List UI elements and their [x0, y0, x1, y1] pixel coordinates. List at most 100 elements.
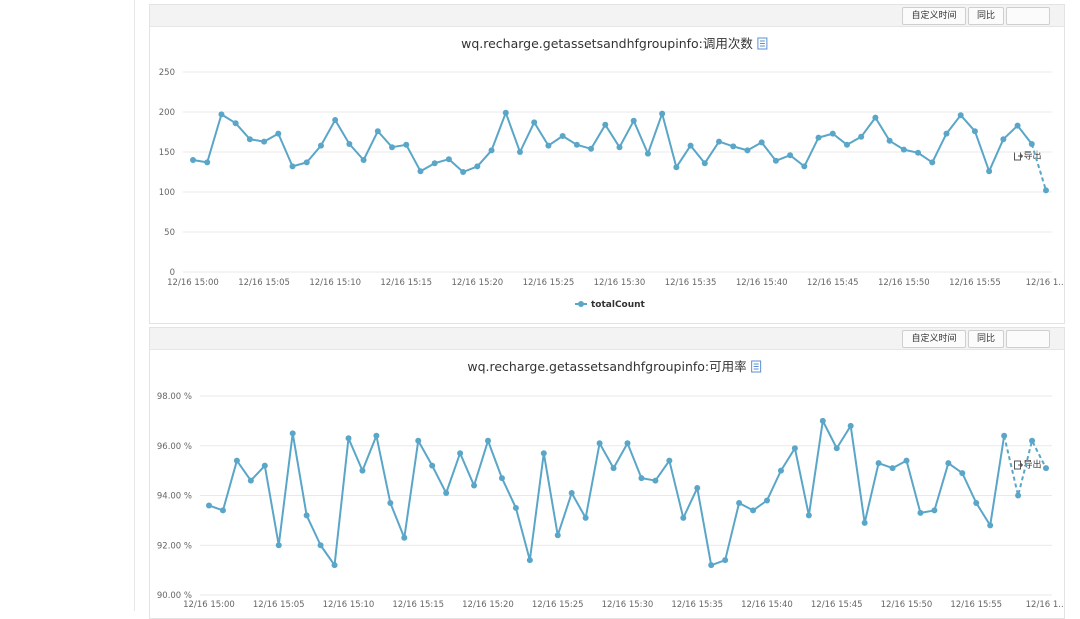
data-point: [652, 477, 659, 484]
data-point: [764, 497, 770, 504]
data-point: [736, 499, 743, 506]
data-point: [886, 137, 893, 144]
data-point: [959, 470, 966, 477]
x-tick-label: 12/16 15:25: [532, 600, 584, 610]
data-point: [931, 507, 938, 514]
data-point: [545, 142, 552, 149]
x-tick-label: 12/16 15:05: [253, 600, 305, 610]
data-point: [502, 109, 509, 116]
data-point: [610, 465, 617, 472]
series-line-forecast: [1030, 143, 1047, 191]
x-tick-label: 12/16 15:15: [380, 278, 432, 288]
chart-toolbar: 自定义时间 同比 导出: [150, 5, 1064, 162]
y-tick-label: 98.00 %: [157, 392, 192, 402]
x-tick-label: 12/16 15:30: [602, 600, 654, 610]
x-tick-label: 12/16 15:20: [462, 600, 514, 610]
data-point: [843, 141, 850, 148]
yoy-compare-button[interactable]: 同比: [968, 7, 1004, 25]
y-tick-label: 50: [164, 228, 175, 238]
data-point: [596, 440, 603, 447]
data-point: [701, 160, 708, 167]
doc-icon: [757, 37, 768, 50]
x-tick-label: 12/16 15:10: [309, 278, 361, 288]
data-point: [445, 156, 452, 163]
data-point: [540, 450, 547, 457]
x-tick-label: 12/16 15:30: [594, 278, 646, 288]
data-point: [559, 133, 566, 139]
data-point: [644, 150, 651, 157]
data-point: [247, 477, 254, 484]
x-tick-label: 12/16 1...: [1026, 600, 1064, 610]
x-tick-label: 12/16 15:40: [741, 600, 793, 610]
data-point: [471, 482, 478, 489]
data-point: [218, 111, 225, 118]
data-point: [957, 112, 964, 119]
x-tick-label: 12/16 15:55: [949, 278, 1001, 288]
data-point: [716, 138, 723, 145]
data-point: [303, 159, 310, 166]
x-tick-label: 12/16 15:45: [811, 600, 863, 610]
data-point: [233, 457, 240, 464]
data-point: [815, 134, 822, 141]
chart-title: wq.recharge.getassetsandhfgroupinfo:可用率: [467, 359, 746, 374]
availability-chart: wq.recharge.getassetsandhfgroupinfo:可用率 9…: [157, 359, 1064, 610]
data-point: [261, 138, 268, 145]
data-point: [1015, 492, 1022, 499]
x-tick-label: 12/16 15:35: [665, 278, 717, 288]
data-point: [777, 467, 784, 474]
data-point: [722, 557, 729, 564]
data-point: [917, 509, 924, 516]
data-point: [973, 499, 980, 506]
chart-toolbar: 自定义时间 同比 导出: [150, 328, 1064, 471]
data-point: [289, 163, 296, 170]
y-tick-label: 200: [159, 108, 175, 118]
series-line-forecast: [1003, 435, 1047, 496]
content-divider: [134, 0, 135, 611]
data-point: [374, 128, 381, 135]
data-point: [431, 160, 438, 167]
chart-legend: totalCount: [575, 300, 646, 310]
x-tick-label: 12/16 15:35: [671, 600, 723, 610]
data-point: [360, 157, 367, 163]
y-tick-label: 250: [159, 68, 175, 78]
data-point: [387, 499, 394, 506]
x-tick-label: 12/16 1...: [1026, 278, 1064, 288]
y-tick-label: 92.00 %: [157, 541, 192, 551]
yoy-compare-button[interactable]: 同比: [968, 330, 1004, 348]
data-point: [219, 507, 226, 514]
data-point: [750, 507, 757, 514]
data-point: [889, 465, 896, 472]
chart-panel-call-count: 自定义时间 同比 导出 wq.recharge.getassetsandhfgr…: [149, 4, 1065, 324]
data-point: [945, 460, 952, 467]
data-point: [443, 490, 450, 497]
data-point: [498, 475, 505, 482]
data-point: [847, 422, 854, 429]
data-point: [317, 142, 324, 149]
data-point: [694, 485, 701, 492]
data-point: [346, 141, 353, 147]
data-point: [915, 149, 922, 156]
x-tick-label: 12/16 15:05: [238, 278, 290, 288]
data-point: [673, 164, 680, 171]
data-point: [460, 169, 467, 175]
data-point: [403, 141, 410, 148]
data-point: [708, 562, 715, 569]
data-point: [833, 445, 840, 452]
custom-time-button[interactable]: 自定义时间: [902, 7, 966, 25]
x-tick-label: 12/16 15:45: [807, 278, 859, 288]
data-point: [261, 462, 268, 469]
custom-time-button[interactable]: 自定义时间: [902, 330, 966, 348]
data-point: [875, 460, 882, 467]
export-button[interactable]: 导出: [1006, 7, 1050, 162]
data-point: [630, 117, 637, 124]
data-point: [666, 457, 673, 464]
data-point: [582, 514, 589, 521]
data-point: [331, 562, 338, 569]
legend-label: totalCount: [591, 300, 646, 310]
data-point: [359, 467, 366, 474]
data-point: [554, 532, 561, 539]
export-button[interactable]: 导出: [1006, 330, 1050, 471]
data-point: [275, 130, 282, 137]
data-point: [861, 519, 868, 526]
data-point: [1000, 136, 1007, 143]
